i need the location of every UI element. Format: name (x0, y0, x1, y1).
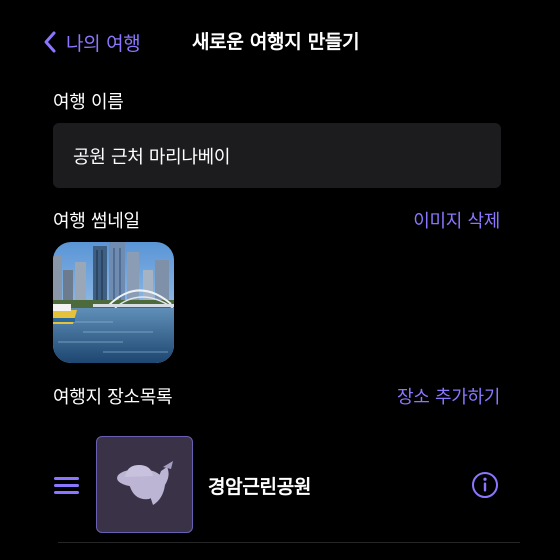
delete-image-button[interactable]: 이미지 삭제 (413, 207, 500, 233)
back-button[interactable]: 나의 여행 (42, 26, 141, 58)
place-thumbnail (96, 436, 193, 533)
back-button-label: 나의 여행 (66, 32, 141, 55)
place-name: 경암근린공원 (208, 476, 312, 498)
info-icon[interactable] (470, 470, 500, 500)
create-trip-screen: 나의 여행 새로운 여행지 만들기 여행 이름 공원 근처 마리나베이 여행 썸… (0, 0, 560, 560)
chevron-left-icon (44, 31, 56, 53)
trip-name-field[interactable]: 공원 근처 마리나베이 (53, 123, 501, 188)
thumbnail-label: 여행 썸네일 (53, 211, 140, 232)
trip-name-value: 공원 근처 마리나베이 (73, 146, 231, 168)
add-place-button[interactable]: 장소 추가하기 (397, 383, 500, 409)
page-title: 새로운 여행지 만들기 (192, 31, 360, 53)
place-list-item[interactable]: 경암근린공원 (0, 436, 560, 534)
places-label: 여행지 장소목록 (53, 387, 173, 408)
row-divider (58, 542, 520, 543)
drag-handle-icon[interactable] (54, 476, 80, 496)
hat-placeholder-icon (116, 460, 173, 505)
trip-thumbnail-image[interactable] (53, 242, 174, 363)
trip-name-label: 여행 이름 (53, 92, 124, 113)
